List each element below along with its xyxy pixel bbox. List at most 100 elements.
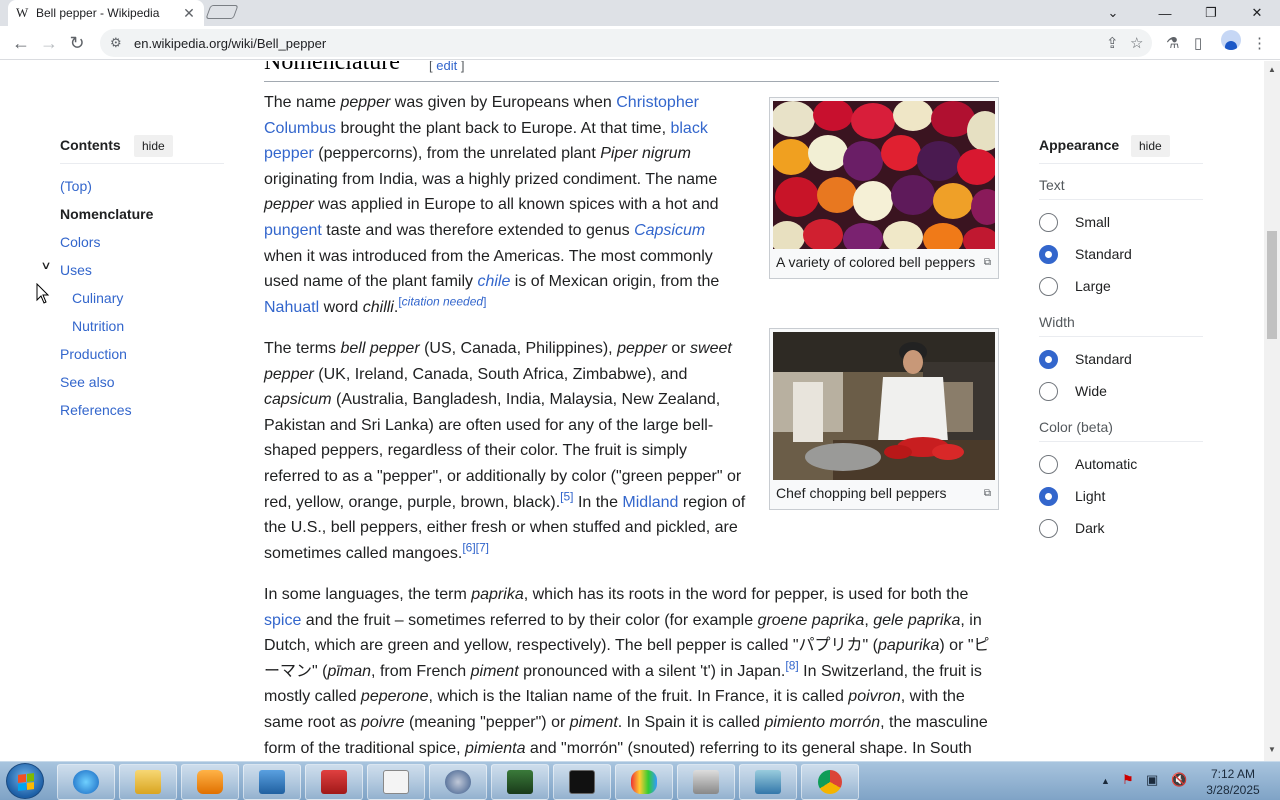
taskbar-control-panel-icon[interactable] [739,764,797,800]
appearance-hide-button[interactable]: hide [1131,135,1170,157]
toc-item-see-also[interactable]: See also [60,374,114,390]
site-settings-icon[interactable]: ⚙ [110,35,122,51]
network-status-icon[interactable]: ▣ [1146,772,1158,788]
citation-8[interactable]: [8] [785,658,798,672]
tab-close-icon[interactable]: ✕ [182,5,196,22]
radio-dot-selected[interactable] [1039,244,1058,264]
bookmark-star-icon[interactable]: ☆ [1130,34,1143,52]
tab-title: Bell pepper - Wikipedia [36,6,160,20]
scroll-down-icon[interactable]: ▼ [1268,745,1276,754]
figure-colored-peppers: A variety of colored bell peppers ⧉ [769,97,999,279]
link-spice[interactable]: spice [264,612,301,629]
appearance-divider [1039,163,1203,164]
radio-text-standard[interactable]: Standard [1039,244,1132,264]
restore-icon[interactable]: ❐ [1188,0,1234,26]
link-christopher-columbus[interactable]: Christopher Columbus [264,94,699,137]
taskbar-command-prompt-icon[interactable] [553,764,611,800]
toc-divider [60,163,224,164]
forward-icon[interactable]: → [36,30,62,56]
figure-chef-chopping: Chef chopping bell peppers ⧉ [769,328,999,510]
toc-item-production[interactable]: Production [60,346,127,362]
tab-bell-pepper[interactable]: W Bell pepper - Wikipedia ✕ [8,0,204,26]
menu-icon[interactable]: ⋮ [1252,34,1267,52]
color-divider [1039,441,1203,442]
color-label: Color (beta) [1039,419,1113,435]
scroll-up-icon[interactable]: ▲ [1268,65,1276,74]
link-chile[interactable]: chile [477,273,510,290]
close-window-icon[interactable]: ✕ [1234,0,1280,26]
enlarge-icon[interactable]: ⧉ [984,253,991,272]
toc-item-culinary[interactable]: Culinary [72,290,123,306]
paragraph-1: The name pepper was given by Europeans w… [264,94,720,316]
profile-icon[interactable] [1221,30,1241,50]
link-midland[interactable]: Midland [622,494,678,511]
side-panel-icon[interactable]: ▯ [1194,34,1202,52]
radio-dot[interactable] [1039,381,1058,401]
link-nahuatl[interactable]: Nahuatl [264,299,319,316]
taskbar-network-icon[interactable] [429,764,487,800]
radio-dot[interactable] [1039,454,1058,474]
radio-text-large[interactable]: Large [1039,276,1111,296]
start-button[interactable] [6,763,44,799]
system-clock[interactable]: 7:12 AM 3/28/2025 [1196,766,1270,798]
toc-item-nomenclature[interactable]: Nomenclature [60,206,153,222]
width-divider [1039,336,1203,337]
colored-peppers-image[interactable] [773,101,995,249]
minimize-icon[interactable]: — [1142,0,1188,26]
taskbar-computer-icon[interactable] [243,764,301,800]
toc-item-uses[interactable]: Uses [60,262,92,278]
volume-muted-icon[interactable]: 🔇 [1171,772,1187,788]
radio-dot[interactable] [1039,518,1058,538]
chef-chopping-image[interactable] [773,332,995,480]
clock-time: 7:12 AM [1210,767,1256,781]
edit-link[interactable]: edit [436,61,457,73]
new-tab-button[interactable] [205,5,239,19]
radio-color-dark[interactable]: Dark [1039,518,1105,538]
scrollbar-thumb[interactable] [1267,231,1277,339]
toc-item-nutrition[interactable]: Nutrition [72,318,124,334]
toc-item-colors[interactable]: Colors [60,234,100,250]
citation-5[interactable]: [5] [560,489,573,503]
taskbar: ▲ ⚑ ▣ 🔇 7:12 AM 3/28/2025 [0,761,1280,800]
taskbar-media-player-icon[interactable] [181,764,239,800]
radio-width-wide[interactable]: Wide [1039,381,1107,401]
taskbar-tool-icon[interactable] [677,764,735,800]
taskbar-document-icon[interactable] [367,764,425,800]
taskbar-chrome-icon[interactable] [801,764,859,800]
enlarge-icon[interactable]: ⧉ [984,484,991,503]
taskbar-internet-explorer-icon[interactable] [57,764,115,800]
toc-item-top[interactable]: (Top) [60,178,92,194]
citation-needed[interactable]: [citation needed] [398,294,486,308]
url-text[interactable]: en.wikipedia.org/wiki/Bell_pepper [134,36,326,51]
windows-logo-icon [18,773,34,791]
taskbar-monitor-icon[interactable] [491,764,549,800]
text-size-label: Text [1039,177,1065,193]
taskbar-file-explorer-icon[interactable] [119,764,177,800]
tab-search-chevron-down-icon[interactable]: ⌄ [1090,0,1136,26]
radio-color-automatic[interactable]: Automatic [1039,454,1137,474]
radio-dot-selected[interactable] [1039,486,1058,506]
show-hidden-icons-icon[interactable]: ▲ [1101,776,1110,786]
extensions-icon[interactable]: ⚗ [1166,34,1179,52]
radio-width-standard[interactable]: Standard [1039,349,1132,369]
back-icon[interactable]: ← [8,30,34,56]
page-scrollbar[interactable]: ▲ ▼ [1264,61,1280,761]
address-bar[interactable]: ⚙ en.wikipedia.org/wiki/Bell_pepper ⇪ ☆ [100,29,1152,57]
link-pungent[interactable]: pungent [264,222,322,239]
wikipedia-page: Contents hide (Top) Nomenclature Colors … [0,61,1264,761]
radio-text-small[interactable]: Small [1039,212,1110,232]
link-capsicum[interactable]: Capsicum [634,222,705,239]
toc-uses-chevron-down-icon[interactable]: ∨ [40,259,51,272]
radio-dot-selected[interactable] [1039,349,1058,369]
toc-hide-button[interactable]: hide [134,135,173,157]
toc-item-references[interactable]: References [60,402,132,418]
radio-dot[interactable] [1039,276,1058,296]
taskbar-toolbox-icon[interactable] [305,764,363,800]
reload-icon[interactable]: ↻ [64,30,90,56]
citation-6-7[interactable]: [6][7] [462,540,489,554]
radio-dot[interactable] [1039,212,1058,232]
action-center-flag-icon[interactable]: ⚑ [1122,772,1134,788]
taskbar-paint-icon[interactable] [615,764,673,800]
share-icon[interactable]: ⇪ [1106,34,1119,52]
radio-color-light[interactable]: Light [1039,486,1105,506]
